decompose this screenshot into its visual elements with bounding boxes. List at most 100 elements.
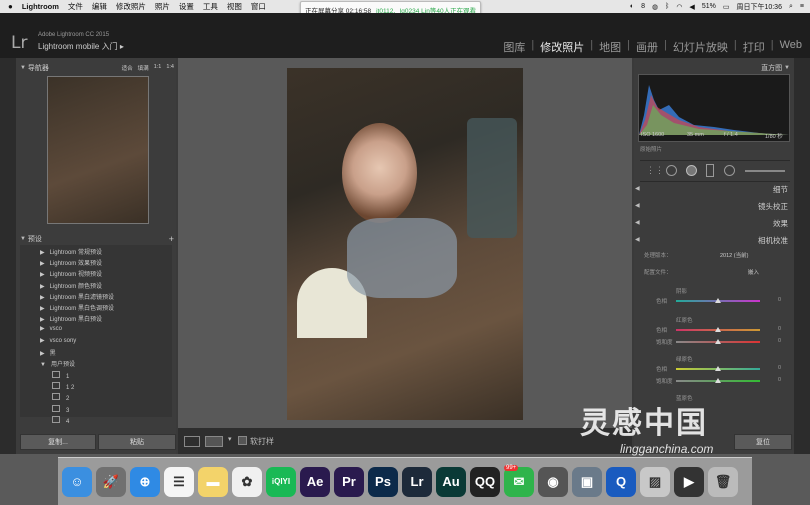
dock-au-icon[interactable]: Au (436, 466, 466, 497)
profile-value[interactable]: 嵌入 (748, 268, 759, 276)
preset-folder[interactable]: ▶ Lightroom 黑白色调预设 (40, 303, 114, 312)
status-icon[interactable]: ◐ (630, 3, 634, 10)
dock-finder-icon[interactable]: ☺ (62, 466, 92, 497)
dock-quicktime-icon[interactable]: Q (606, 466, 636, 497)
dock-trash-icon[interactable]: 🗑 (708, 466, 738, 497)
histogram[interactable]: ISO 1600 35 mm f / 1.4 1/80 秒 (638, 74, 790, 142)
bluetooth-icon[interactable]: ᛒ (665, 3, 669, 10)
zoom-1-4[interactable]: 1:4 (166, 64, 174, 72)
preset-folder[interactable]: ▶ vsco sony (40, 337, 76, 344)
section-calibration[interactable]: 相机校准 (758, 235, 788, 246)
menu-develop[interactable]: 修改照片 (116, 1, 146, 12)
presets-header[interactable]: ▼ 预设 + (20, 233, 174, 245)
module-slideshow[interactable]: 幻灯片放映 (673, 39, 728, 55)
dock-lr-icon[interactable]: Lr (402, 466, 432, 497)
paste-button[interactable]: 粘贴 (98, 434, 176, 450)
right-panel-edge[interactable] (794, 58, 810, 454)
preset-folder[interactable]: ▶ 黑 (40, 348, 56, 357)
user-preset-item[interactable]: 4 (52, 415, 69, 425)
dock-pr-icon[interactable]: Pr (334, 466, 364, 497)
zoom-1-1[interactable]: 1:1 (154, 64, 162, 72)
section-detail[interactable]: 细节 (773, 184, 788, 195)
module-library[interactable]: 图库 (503, 39, 525, 55)
menu-view[interactable]: 视图 (227, 1, 242, 12)
navigator-header[interactable]: ▼ 导航器 适合 填满 1:1 1:4 (20, 62, 174, 74)
slider-knob[interactable] (715, 298, 721, 303)
preset-folder[interactable]: ▶ Lightroom 黑白滤镜预设 (40, 292, 114, 301)
lr-mobile-link[interactable]: Lightroom mobile 入门 ▸ (38, 41, 124, 52)
search-icon[interactable]: ⌕ (789, 3, 793, 11)
slider-knob[interactable] (715, 378, 721, 383)
dock-iqiyi-icon[interactable]: iQIYI (266, 466, 296, 497)
dock-notes-icon[interactable]: ▬ (198, 466, 228, 497)
dock-reminders-icon[interactable]: ☰ (164, 466, 194, 497)
dock-photos-icon[interactable]: ✿ (232, 466, 262, 497)
apple-menu-icon[interactable]: ● (8, 2, 13, 11)
dock-wechat-icon[interactable]: ✉ (504, 466, 534, 497)
reset-button[interactable]: 复位 (734, 434, 792, 450)
battery-percent[interactable]: 51% (702, 3, 716, 10)
dock-camera-icon[interactable]: ◉ (538, 466, 568, 497)
dock-safari-icon[interactable]: ⊕ (130, 466, 160, 497)
loupe-view-icon[interactable] (184, 436, 200, 447)
status-count[interactable]: 8 (641, 3, 645, 10)
user-preset-item[interactable]: 3 (52, 404, 69, 414)
histogram-header[interactable]: 直方图 ▼ (640, 62, 790, 74)
brush-slider[interactable] (745, 170, 785, 172)
spot-removal-icon[interactable] (686, 165, 697, 176)
module-map[interactable]: 地图 (599, 39, 621, 55)
preset-folder[interactable]: ▶ Lightroom 视频预设 (40, 269, 102, 278)
section-effects[interactable]: 效果 (773, 218, 788, 229)
copy-button[interactable]: 复制... (20, 434, 96, 450)
preset-folder[interactable]: ▶ Lightroom 黑白预设 (40, 314, 102, 323)
slider-value[interactable]: 0 (778, 326, 781, 332)
menu-file[interactable]: 文件 (68, 1, 83, 12)
preset-folder[interactable]: ▶ Lightroom 颜色预设 (40, 281, 102, 290)
slider-knob[interactable] (715, 366, 721, 371)
preset-folder[interactable]: ▼ 用户预设 (40, 359, 75, 368)
dock-qq-icon[interactable]: QQ (470, 466, 500, 497)
slider-value[interactable]: 0 (778, 338, 781, 344)
wifi-icon[interactable]: ◠ (676, 3, 682, 11)
redeye-icon[interactable] (706, 164, 714, 177)
user-preset-item[interactable]: 2 (52, 393, 69, 402)
grid-icon[interactable]: ⋮⋮ (646, 165, 664, 176)
crop-tool-icon[interactable] (666, 165, 677, 176)
user-preset-item[interactable]: 1 (52, 371, 69, 380)
navigator-thumbnail[interactable] (47, 76, 149, 224)
clock[interactable]: 周日下午10:36 (736, 2, 782, 12)
battery-icon[interactable]: ▭ (723, 3, 730, 11)
preset-folder[interactable]: ▶ vsco (40, 325, 62, 332)
left-panel-edge[interactable] (0, 58, 16, 454)
menu-edit[interactable]: 编辑 (92, 1, 107, 12)
dock-launchpad-icon[interactable]: 🚀 (96, 466, 126, 497)
dropdown-icon[interactable]: ▾ (228, 435, 232, 443)
module-web[interactable]: Web (780, 39, 802, 55)
process-value[interactable]: 2012 (当前) (720, 251, 748, 259)
slider-knob[interactable] (715, 339, 721, 344)
slider-knob[interactable] (715, 327, 721, 332)
zoom-fit[interactable]: 适合 (122, 64, 133, 72)
dock-preview-icon[interactable]: ▣ (572, 466, 602, 497)
slider-value[interactable]: 0 (778, 377, 781, 383)
dock-photo2-icon[interactable]: ▨ (640, 466, 670, 497)
app-menu[interactable]: Lightroom (22, 2, 59, 11)
menu-list-icon[interactable]: ≡ (800, 3, 804, 10)
volume-icon[interactable]: ◀ (689, 3, 694, 11)
section-lens[interactable]: 镜头校正 (758, 201, 788, 212)
menu-photo[interactable]: 照片 (155, 1, 170, 12)
main-photo[interactable] (287, 68, 523, 420)
menu-settings[interactable]: 设置 (179, 1, 194, 12)
preset-folder[interactable]: ▶ Lightroom 常规预设 (40, 247, 102, 256)
module-book[interactable]: 画册 (636, 39, 658, 55)
module-print[interactable]: 打印 (743, 39, 765, 55)
menu-window[interactable]: 窗口 (251, 1, 266, 12)
dock-ae-icon[interactable]: Ae (300, 466, 330, 497)
dock-ps-icon[interactable]: Ps (368, 466, 398, 497)
compare-view-icon[interactable] (205, 436, 223, 447)
softproof-checkbox[interactable] (238, 436, 247, 445)
menu-tools[interactable]: 工具 (203, 1, 218, 12)
preset-folder[interactable]: ▶ Lightroom 效果预设 (40, 258, 102, 267)
original-photo-label[interactable]: 原始照片 (640, 145, 662, 153)
user-preset-item[interactable]: 1 2 (52, 382, 74, 391)
